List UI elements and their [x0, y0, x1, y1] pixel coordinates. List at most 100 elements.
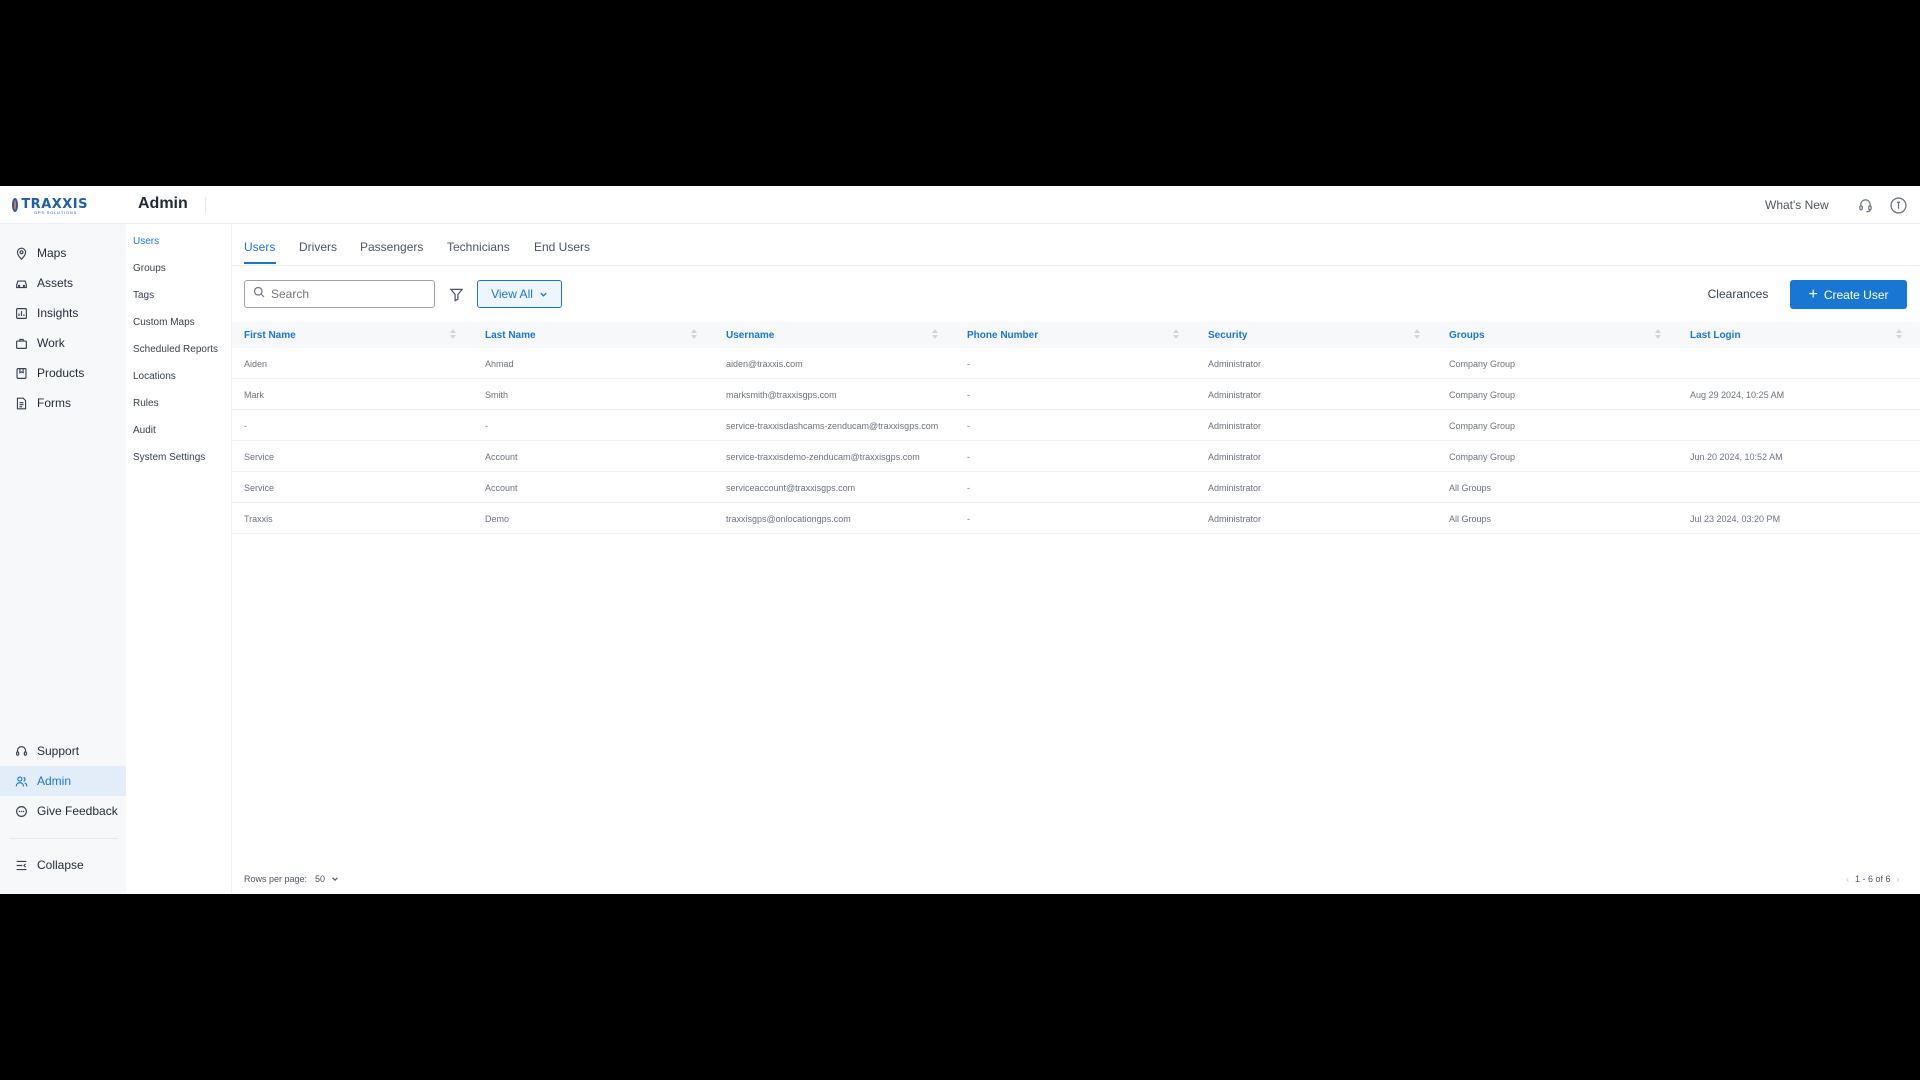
- cell-security: Administrator: [1208, 483, 1262, 493]
- subnav-item-audit[interactable]: Audit: [133, 425, 156, 436]
- cell-last-login: Jun 20 2024, 10:52 AM: [1690, 452, 1783, 462]
- nav-item-insights[interactable]: Insights: [0, 298, 126, 328]
- create-user-button[interactable]: + Create User: [1790, 280, 1907, 309]
- cell-last-name: Account: [485, 452, 518, 462]
- search-icon: [253, 285, 265, 303]
- cell-username: service-traxxisdashcams-zenducam@traxxis…: [726, 421, 939, 431]
- users-icon: [14, 774, 28, 788]
- sort-icon[interactable]: [1896, 329, 1902, 341]
- collapse-label: Collapse: [37, 858, 84, 872]
- subnav-item-tags[interactable]: Tags: [133, 290, 154, 301]
- tab-users[interactable]: Users: [244, 240, 275, 254]
- view-all-dropdown[interactable]: View All: [477, 280, 562, 308]
- traxxis-logo[interactable]: TRAXXIS GPS SOLUTIONS: [12, 194, 88, 216]
- logo-globe-icon: [12, 198, 19, 212]
- subnav-item-groups[interactable]: Groups: [133, 263, 166, 274]
- nav-item-admin[interactable]: Admin: [0, 766, 126, 796]
- column-header-security[interactable]: Security: [1208, 330, 1247, 341]
- subnav-item-users[interactable]: Users: [133, 236, 159, 247]
- column-header-last-name[interactable]: Last Name: [485, 330, 536, 341]
- cell-security: Administrator: [1208, 452, 1262, 462]
- prev-page-icon[interactable]: ‹: [1846, 874, 1849, 884]
- sort-icon[interactable]: [1414, 329, 1420, 341]
- subnav-item-system-settings[interactable]: System Settings: [133, 452, 205, 463]
- cell-last-name: Demo: [485, 514, 510, 524]
- nav-item-assets[interactable]: Assets: [0, 268, 126, 298]
- nav-label: Work: [37, 336, 65, 350]
- help-circle-icon[interactable]: [1889, 196, 1907, 214]
- tab-end-users[interactable]: End Users: [534, 240, 590, 254]
- create-user-label: Create User: [1823, 287, 1889, 302]
- column-header-phone-number[interactable]: Phone Number: [967, 330, 1038, 341]
- cell-groups: All Groups: [1449, 483, 1492, 493]
- document-icon: [14, 396, 28, 410]
- user-type-tabs: Users Drivers Passengers Technicians End…: [232, 224, 1920, 266]
- next-page-icon[interactable]: ›: [1897, 874, 1900, 884]
- search-input[interactable]: [271, 287, 421, 301]
- headset-icon[interactable]: [1856, 196, 1874, 214]
- cell-phone-number: -: [967, 390, 970, 400]
- sort-icon[interactable]: [691, 329, 697, 341]
- pagination-range: 1 - 6 of 6: [1855, 874, 1891, 884]
- table-row[interactable]: Aiden Ahmad aiden@traxxis.com - Administrato…: [232, 348, 1920, 379]
- table-row[interactable]: Mark Smith marksmith@traxxisgps.com - Admini…: [232, 379, 1920, 410]
- table-row[interactable]: - - service-traxxisdashcams-zenducam@traxx…: [232, 410, 1920, 441]
- main-sidebar: Maps Assets Insights Work Products Forms…: [0, 224, 126, 894]
- tab-drivers[interactable]: Drivers: [299, 240, 337, 254]
- subnav-item-scheduled-reports[interactable]: Scheduled Reports: [133, 344, 218, 355]
- tab-technicians[interactable]: Technicians: [447, 240, 510, 254]
- rows-per-page-select[interactable]: 50: [315, 874, 325, 884]
- nav-divider: [10, 838, 118, 839]
- column-header-last-login[interactable]: Last Login: [1690, 330, 1741, 341]
- subnav-item-rules[interactable]: Rules: [133, 398, 159, 409]
- collapse-button[interactable]: Collapse: [0, 850, 126, 880]
- nav-item-work[interactable]: Work: [0, 328, 126, 358]
- table-header: First Name Last Name Username Phone Numb…: [232, 322, 1920, 348]
- cell-groups: Company Group: [1449, 390, 1516, 400]
- whats-new-link[interactable]: What's New: [1765, 198, 1829, 212]
- table-row[interactable]: Traxxis Demo traxxisgps@onlocationgps.com -…: [232, 503, 1920, 534]
- filter-icon[interactable]: [447, 285, 465, 303]
- cell-first-name: Traxxis: [244, 514, 273, 524]
- cell-username: aiden@traxxis.com: [726, 359, 803, 369]
- cell-security: Administrator: [1208, 359, 1262, 369]
- page-title: Admin: [138, 195, 188, 212]
- nav-item-products[interactable]: Products: [0, 358, 126, 388]
- clearances-button[interactable]: Clearances: [1694, 280, 1782, 308]
- main-content: Users Drivers Passengers Technicians End…: [232, 224, 1920, 894]
- table-row[interactable]: Service Account service-traxxisdemo-zenduc…: [232, 441, 1920, 472]
- sort-icon[interactable]: [1655, 329, 1661, 341]
- nav-item-maps[interactable]: Maps: [0, 238, 126, 268]
- cell-last-name: Smith: [485, 390, 509, 400]
- briefcase-icon: [14, 336, 28, 350]
- pagination: ‹ 1 - 6 of 6 ›: [1840, 874, 1906, 884]
- logo-subtext: GPS SOLUTIONS: [34, 210, 78, 215]
- letterbox-top: [0, 0, 1920, 186]
- cell-security: Administrator: [1208, 514, 1262, 524]
- subnav-item-locations[interactable]: Locations: [133, 371, 176, 382]
- column-header-username[interactable]: Username: [726, 330, 774, 341]
- cell-first-name: Service: [244, 452, 275, 462]
- app-window: TRAXXIS GPS SOLUTIONS Admin What's New M…: [0, 186, 1920, 894]
- cell-groups: Company Group: [1449, 359, 1516, 369]
- nav-item-give-feedback[interactable]: Give Feedback: [0, 796, 126, 826]
- nav-item-forms[interactable]: Forms: [0, 388, 126, 418]
- cell-phone-number: -: [967, 483, 970, 493]
- chevron-down-icon[interactable]: [331, 875, 339, 883]
- sort-icon[interactable]: [450, 329, 456, 341]
- column-header-groups[interactable]: Groups: [1449, 330, 1485, 341]
- chevron-down-icon: [540, 292, 547, 297]
- search-box[interactable]: [244, 280, 435, 308]
- title-divider: [205, 197, 206, 213]
- nav-item-support[interactable]: Support: [0, 736, 126, 766]
- sort-icon[interactable]: [1173, 329, 1179, 341]
- sort-icon[interactable]: [932, 329, 938, 341]
- active-tab-indicator: [244, 262, 276, 264]
- table-row[interactable]: Service Account serviceaccount@traxxisgps.…: [232, 472, 1920, 503]
- cell-security: Administrator: [1208, 390, 1262, 400]
- tab-passengers[interactable]: Passengers: [360, 240, 423, 254]
- subnav-item-custom-maps[interactable]: Custom Maps: [133, 317, 195, 328]
- column-header-first-name[interactable]: First Name: [244, 330, 296, 341]
- cell-username: traxxisgps@onlocationgps.com: [726, 514, 851, 524]
- cell-last-login: Aug 29 2024, 10:25 AM: [1690, 390, 1785, 400]
